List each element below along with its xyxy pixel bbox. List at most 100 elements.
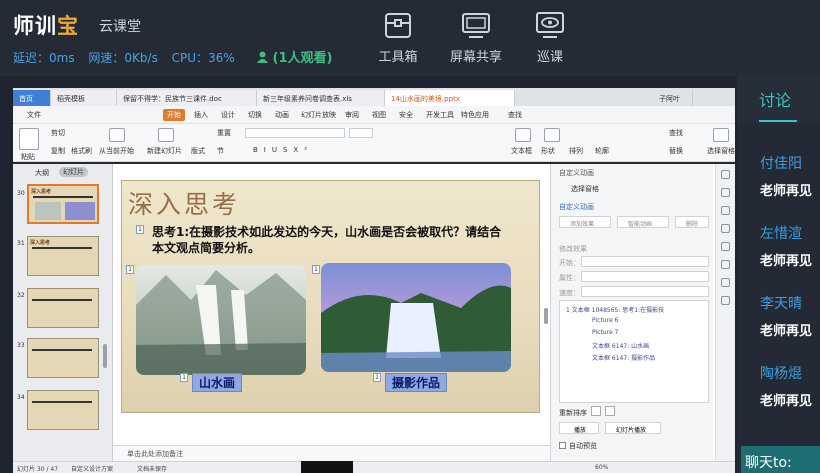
reset-button[interactable]: 重置 xyxy=(217,128,231,138)
landscape-painting-image xyxy=(136,265,306,375)
thumb-scrollbar[interactable] xyxy=(103,344,107,368)
start-label: 开始： xyxy=(559,259,580,267)
thumb-text-bar xyxy=(33,196,93,198)
autopreview-checkbox[interactable] xyxy=(559,442,566,449)
autopreview-label: 自动预览 xyxy=(569,442,597,450)
toolbox-button[interactable]: 工具箱 xyxy=(363,10,433,65)
notes-area[interactable]: 单击此处添加备注 xyxy=(113,445,550,461)
outline-button[interactable]: 轮廓 xyxy=(595,146,609,156)
slide-number: 34 xyxy=(17,394,25,401)
slide-number: 33 xyxy=(17,342,25,349)
slide-thumbnail[interactable] xyxy=(27,390,99,430)
copy-button[interactable]: 复制 xyxy=(51,146,65,156)
ribbon-tab-slideshow[interactable]: 幻灯片放映 xyxy=(301,110,336,120)
animation-list-item[interactable]: Picture 7 xyxy=(592,329,618,336)
tool-icon[interactable] xyxy=(721,206,730,215)
play-from-current-icon[interactable] xyxy=(109,128,125,142)
animation-badge: 1 xyxy=(373,373,381,382)
text-format-buttons[interactable]: BIUSX² xyxy=(253,146,313,154)
ribbon-tab-insert[interactable]: 插入 xyxy=(194,110,208,120)
zoom-level[interactable]: 60% xyxy=(595,464,608,471)
slide-thumbnail[interactable]: 深入思考 xyxy=(27,236,99,276)
tool-icon[interactable] xyxy=(721,170,730,179)
font-size-select[interactable] xyxy=(349,128,373,138)
patrol-button[interactable]: 巡课 xyxy=(515,10,585,65)
new-slide-icon[interactable] xyxy=(158,128,174,142)
ribbon-tab-special[interactable]: 特色应用 xyxy=(461,110,489,120)
tool-icon[interactable] xyxy=(721,188,730,197)
slide-question: 思考1:在摄影技术如此发达的今天，山水画是否会被取代？请结合本文观点简要分析。 xyxy=(152,225,502,255)
slides-tab[interactable]: 幻灯片 xyxy=(59,167,88,177)
animation-list-item[interactable]: 文本框 6147: 山水画 xyxy=(592,341,649,350)
delete-button[interactable]: 删除 xyxy=(675,216,709,228)
section-button[interactable]: 节 xyxy=(217,146,224,156)
find-button[interactable]: 查找 xyxy=(669,128,683,138)
tool-icon[interactable] xyxy=(721,260,730,269)
speed-select[interactable] xyxy=(581,286,709,297)
animation-list-item[interactable]: 1 文本框 1048565: 思考1:在摄影技 xyxy=(566,305,664,314)
user-name[interactable]: 子阿叶 xyxy=(653,90,693,106)
tab-pptx[interactable]: 14山水画的美境.pptx xyxy=(385,90,515,106)
ribbon-tab-animation[interactable]: 动画 xyxy=(275,110,289,120)
layout-button[interactable]: 版式 xyxy=(191,146,205,156)
move-up-arrow-icon[interactable] xyxy=(591,406,601,416)
select-window-link[interactable]: 选择窗格 xyxy=(571,184,599,194)
tab-docer[interactable]: 稻壳模板 xyxy=(51,90,117,106)
thumb-title: 深入思考 xyxy=(31,189,52,195)
chat-content: 老师再见 xyxy=(760,394,813,409)
chat-to-button[interactable]: 聊天to: xyxy=(741,446,820,473)
animation-list-item[interactable]: 文本框 6147: 摄影作品 xyxy=(592,353,655,362)
start-select[interactable] xyxy=(581,256,709,267)
ribbon-tab-design[interactable]: 设计 xyxy=(221,110,235,120)
tool-icon[interactable] xyxy=(721,278,730,287)
arrange-button[interactable]: 排列 xyxy=(569,146,583,156)
tool-icon[interactable] xyxy=(721,296,730,305)
slideshow-button[interactable]: 幻灯片播放 xyxy=(605,422,661,434)
cut-button[interactable]: 剪切 xyxy=(51,128,65,138)
animation-list-item[interactable]: Picture 6 xyxy=(592,317,618,324)
outline-tab[interactable]: 大纲 xyxy=(35,168,49,178)
viewer-count: (1人观看) xyxy=(257,47,332,66)
slide-thumbnail[interactable] xyxy=(27,338,99,378)
ribbon-tab-home[interactable]: 开始 xyxy=(163,109,185,121)
tab-xls[interactable]: 新三年级素养问卷调查表.xls xyxy=(257,90,385,106)
shape-icon[interactable] xyxy=(544,128,560,142)
tool-icon[interactable] xyxy=(721,224,730,233)
screen-share-button[interactable]: 屏幕共享 xyxy=(441,10,511,65)
app-logo: 师训宝 xyxy=(13,14,79,38)
paste-icon[interactable] xyxy=(19,128,39,150)
painting-svg xyxy=(136,270,306,375)
obscured-area xyxy=(301,461,353,473)
format-painter-button[interactable]: 格式刷 xyxy=(71,146,92,156)
ribbon-tab-view[interactable]: 视图 xyxy=(372,110,386,120)
play-button[interactable]: 播放 xyxy=(559,422,599,434)
textbox-icon[interactable] xyxy=(515,128,531,142)
slide-scrollbar[interactable] xyxy=(544,308,548,324)
tab-home[interactable]: 首页 xyxy=(13,90,51,106)
move-down-arrow-icon[interactable] xyxy=(605,406,615,416)
tab-doc[interactable]: 保留不得学：民族节三课件.doc xyxy=(117,90,257,106)
ribbon-search[interactable]: 查找 xyxy=(508,110,522,120)
smart-anim-button[interactable]: 智能动画 xyxy=(617,216,669,228)
caption-photography: 摄影作品 xyxy=(385,373,448,392)
ribbon-tab-file[interactable]: 文件 xyxy=(27,110,41,120)
modify-effect-label: 修改效果 xyxy=(559,245,587,253)
tool-icon[interactable] xyxy=(721,242,730,251)
replace-button[interactable]: 替换 xyxy=(669,146,683,156)
status-bar: 幻灯片 30 / 47 自定义设计方案 文档未保存 60% xyxy=(13,461,735,473)
slide-thumbnail[interactable]: 深入思考 xyxy=(27,184,99,224)
ribbon-tab-dev[interactable]: 开发工具 xyxy=(426,110,454,120)
ribbon-tab-security[interactable]: 安全 xyxy=(399,110,413,120)
speed-label: 速度： xyxy=(559,289,580,297)
slide-thumbnail[interactable] xyxy=(27,288,99,328)
property-select[interactable] xyxy=(581,271,709,282)
font-select[interactable] xyxy=(245,128,345,138)
select-pane-icon[interactable] xyxy=(713,128,729,142)
ribbon-tab-review[interactable]: 审阅 xyxy=(345,110,359,120)
ribbon-tab-transition[interactable]: 切换 xyxy=(248,110,262,120)
app-window: 师训宝 云课堂 延迟：0ms 网速：0Kb/s CPU：36% (1人观看) 工… xyxy=(0,0,820,473)
tab-discussion[interactable]: 讨论 xyxy=(737,76,820,123)
add-effect-button[interactable]: 添加效果 xyxy=(559,216,611,228)
patrol-eye-icon xyxy=(536,12,564,38)
slide-canvas[interactable]: 深入思考 1 思考1:在摄影技术如此发达的今天，山水画是否会被取代？请结合本文观… xyxy=(121,180,540,413)
